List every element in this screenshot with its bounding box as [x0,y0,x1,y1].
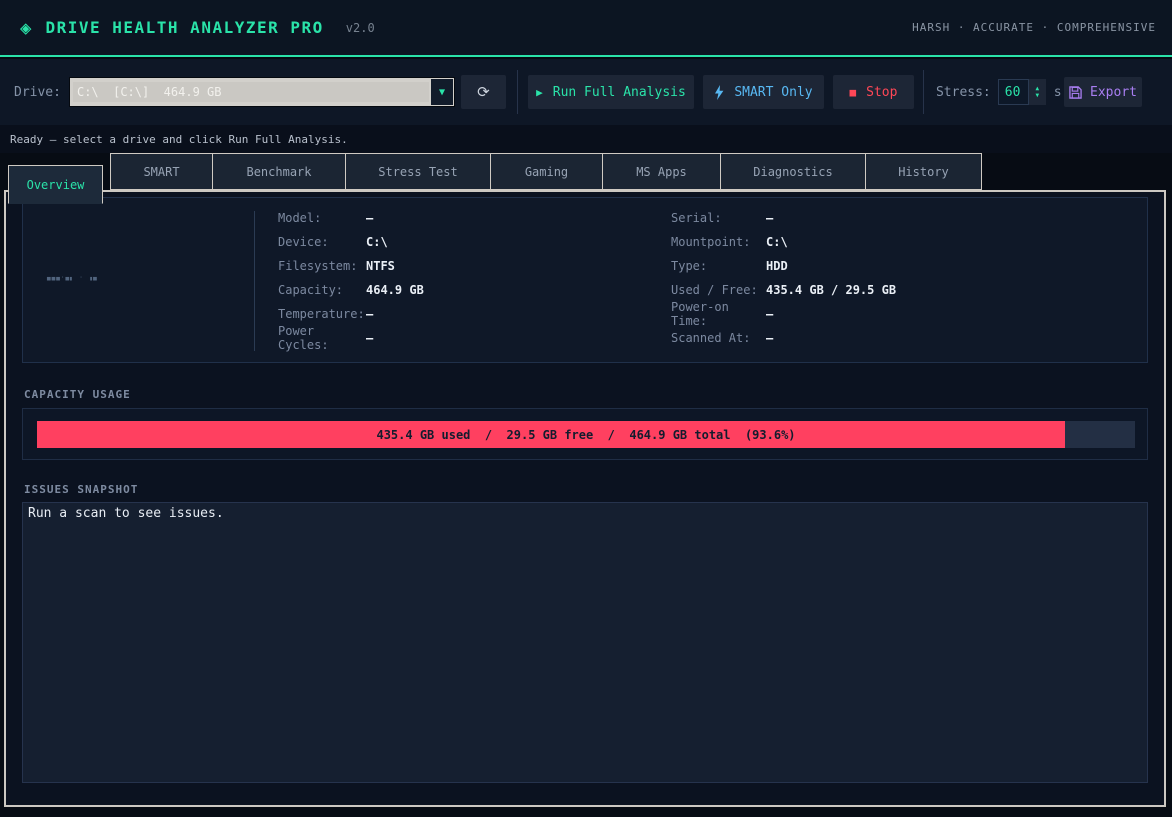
app-logo-diamond-icon: ◈ [20,16,32,39]
app-window: ◈ DRIVE HEALTH ANALYZER PRO v2.0 HARSH ·… [0,0,1172,817]
export-label: Export [1090,84,1137,100]
info-label-serial: Serial: [671,211,722,225]
capacity-bar-track: 435.4 GB used / 29.5 GB free / 464.9 GB … [37,421,1135,448]
app-title: DRIVE HEALTH ANALYZER PRO [45,18,324,37]
drive-ascii-art: ▄▄▄·▄▖ · ▗▄ [47,274,98,281]
info-column-separator [254,211,255,351]
info-label-power-on-time: Power-on Time: [671,300,729,328]
status-text: Ready — select a drive and click Run Ful… [10,132,348,146]
overview-tab-panel: ▄▄▄·▄▖ · ▗▄ Model: — Serial: — Device: C… [4,190,1166,807]
stop-label: Stop [866,84,898,100]
issues-snapshot-heading: ISSUES SNAPSHOT [24,483,139,496]
issues-snapshot-text: Run a scan to see issues. [28,506,224,521]
drive-label: Drive: [14,84,61,100]
tab-history[interactable]: History [865,153,982,190]
info-value-temperature: — [366,307,374,321]
spin-up-icon[interactable]: ▲ [1035,85,1039,92]
refresh-drives-button[interactable]: ⟳ [460,75,506,109]
info-value-capacity: 464.9 GB [366,283,424,297]
info-value-power-cycles: — [366,331,374,345]
info-label-model: Model: [278,211,322,225]
info-value-type: HDD [766,259,788,273]
info-value-scanned-at: — [766,331,774,345]
tab-benchmark[interactable]: Benchmark [212,153,346,190]
tab-smart[interactable]: SMART [110,153,213,190]
tab-bar: Overview SMART Benchmark Stress Test Gam… [8,153,982,205]
drive-select-value: C:\ [C:\] 464.9 GB [72,82,429,102]
tab-stress-test[interactable]: Stress Test [345,153,491,190]
tab-ms-apps[interactable]: MS Apps [602,153,721,190]
status-bar: Ready — select a drive and click Run Ful… [0,125,1172,153]
app-version: v2.0 [345,20,375,35]
info-label-type: Type: [671,259,708,273]
smart-only-button[interactable]: SMART Only [702,75,824,109]
info-value-serial: — [766,211,774,225]
info-label-filesystem: Filesystem: [278,259,358,273]
tab-overview[interactable]: Overview [8,165,103,204]
stress-seconds-input[interactable] [997,79,1029,105]
toolbar-separator [922,70,924,114]
info-value-used-free: 435.4 GB / 29.5 GB [766,283,897,297]
run-full-analysis-label: Run Full Analysis [552,84,686,100]
stress-label: Stress: [935,84,991,100]
export-button[interactable]: Export [1064,77,1142,107]
info-label-scanned-at: Scanned At: [671,331,751,345]
app-header: ◈ DRIVE HEALTH ANALYZER PRO v2.0 HARSH ·… [0,0,1172,57]
info-label-power-cycles: Power Cycles: [278,324,329,352]
capacity-bar-text: 435.4 GB used / 29.5 GB free / 464.9 GB … [376,427,796,442]
info-label-used-free: Used / Free: [671,283,758,297]
app-tagline: HARSH · ACCURATE · COMPREHENSIVE [912,21,1156,34]
run-full-analysis-button[interactable]: ▶ Run Full Analysis [527,75,694,109]
tab-diagnostics[interactable]: Diagnostics [720,153,866,190]
floppy-disk-icon [1069,85,1082,99]
lightning-bolt-icon [715,84,724,100]
info-value-model: — [366,211,374,225]
toolbar: Drive: C:\ [C:\] 464.9 GB ▼ ⟳ ▶ Run Full… [0,59,1172,125]
toolbar-separator [516,70,518,114]
tab-gaming[interactable]: Gaming [490,153,603,190]
chevron-down-icon[interactable]: ▼ [430,79,453,105]
issues-snapshot-textarea[interactable]: Run a scan to see issues. [22,502,1148,783]
stress-spinner[interactable]: ▲ ▼ [1028,79,1046,105]
stop-square-icon: ■ [849,85,857,99]
info-label-temperature: Temperature: [278,307,365,321]
play-icon: ▶ [536,85,543,99]
drive-info-grid: Model: — Serial: — Device: C:\ Mountpoin… [278,206,897,352]
info-value-device: C:\ [366,235,388,249]
drive-select[interactable]: C:\ [C:\] 464.9 GB ▼ [68,77,455,107]
info-label-capacity: Capacity: [278,283,344,297]
info-value-filesystem: NTFS [366,259,395,273]
info-value-power-on-time: — [766,307,774,321]
drive-info-panel: ▄▄▄·▄▖ · ▗▄ Model: — Serial: — Device: C… [22,197,1148,363]
refresh-icon: ⟳ [477,83,490,101]
info-label-mountpoint: Mountpoint: [671,235,751,249]
capacity-usage-panel: 435.4 GB used / 29.5 GB free / 464.9 GB … [22,408,1148,460]
info-label-device: Device: [278,235,329,249]
smart-only-label: SMART Only [734,84,813,100]
stress-unit-label: s [1053,84,1062,100]
capacity-usage-heading: CAPACITY USAGE [24,388,131,401]
spin-down-icon[interactable]: ▼ [1035,92,1039,99]
stop-button[interactable]: ■ Stop [832,75,914,109]
info-value-mountpoint: C:\ [766,235,788,249]
